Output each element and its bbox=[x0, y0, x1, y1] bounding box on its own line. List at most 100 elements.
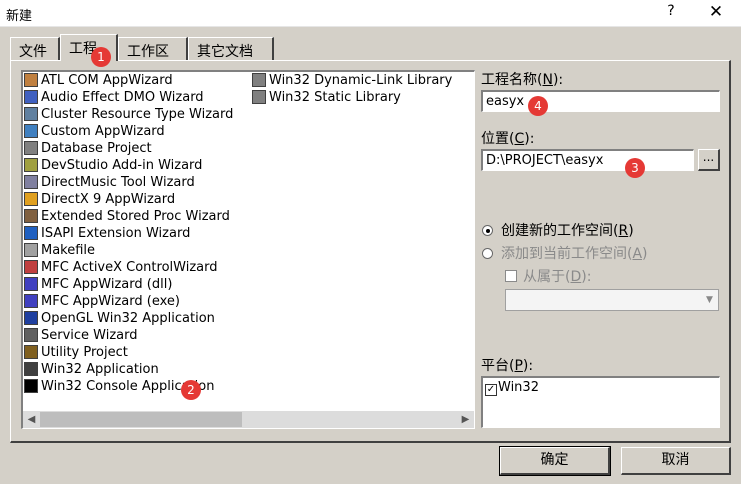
chevron-down-icon[interactable]: ▼ bbox=[701, 290, 718, 310]
audio-icon bbox=[24, 90, 38, 104]
mfc-dll-icon bbox=[24, 277, 38, 291]
dependency-combobox[interactable]: ▼ bbox=[505, 289, 719, 311]
addin-icon bbox=[24, 158, 38, 172]
project-type-item[interactable]: Win32 Application bbox=[23, 361, 233, 378]
project-type-label: Custom AppWizard bbox=[41, 124, 165, 139]
project-type-label: Utility Project bbox=[41, 345, 128, 360]
directmusic-icon bbox=[24, 175, 38, 189]
checkbox-icon bbox=[505, 270, 517, 282]
close-icon[interactable]: ✕ bbox=[704, 2, 728, 24]
project-type-item[interactable]: Audio Effect DMO Wizard bbox=[23, 89, 233, 106]
radio-add-to-workspace[interactable]: 添加到当前工作空间(A) bbox=[482, 243, 648, 263]
project-type-label: OpenGL Win32 Application bbox=[41, 311, 215, 326]
tab-other-documents[interactable]: 其它文档 bbox=[188, 37, 274, 60]
project-type-item[interactable]: Win32 Console Application bbox=[23, 378, 233, 395]
project-type-column-1: ATL COM AppWizard Audio Effect DMO Wizard… bbox=[23, 72, 233, 395]
new-dialog: 文件 工程 工作区 其它文档 ATL COM AppWizard Audio Ef… bbox=[0, 27, 741, 484]
project-type-label: Makefile bbox=[41, 243, 96, 258]
service-icon bbox=[24, 328, 38, 342]
project-type-item[interactable]: Win32 Static Library bbox=[251, 89, 452, 106]
activex-icon bbox=[24, 260, 38, 274]
project-type-label: ISAPI Extension Wizard bbox=[41, 226, 191, 241]
project-type-label: MFC ActiveX ControlWizard bbox=[41, 260, 218, 275]
project-type-item[interactable]: DirectX 9 AppWizard bbox=[23, 191, 233, 208]
project-type-item[interactable]: ATL COM AppWizard bbox=[23, 72, 233, 89]
project-type-item[interactable]: DirectMusic Tool Wizard bbox=[23, 174, 233, 191]
scroll-thumb[interactable] bbox=[40, 412, 242, 427]
annotation-badge-4: 4 bbox=[528, 96, 548, 116]
tab-files[interactable]: 文件 bbox=[10, 37, 60, 60]
project-type-item[interactable]: Cluster Resource Type Wizard bbox=[23, 106, 233, 123]
cancel-button[interactable]: 取消 bbox=[621, 447, 731, 475]
annotation-badge-3: 3 bbox=[625, 158, 645, 178]
project-type-label: Win32 Static Library bbox=[269, 90, 401, 105]
mfc-exe-icon bbox=[24, 294, 38, 308]
project-name-label: 工程名称(N): bbox=[481, 72, 564, 88]
project-type-label: DirectX 9 AppWizard bbox=[41, 192, 176, 207]
project-type-label: Database Project bbox=[41, 141, 152, 156]
project-type-item[interactable]: ISAPI Extension Wizard bbox=[23, 225, 233, 242]
project-type-column-2: Win32 Dynamic-Link Library Win32 Static L… bbox=[251, 72, 452, 106]
platform-label: 平台(P): bbox=[481, 358, 534, 374]
project-type-item[interactable]: Makefile bbox=[23, 242, 233, 259]
horizontal-scrollbar[interactable]: ◀ ▶ bbox=[23, 411, 474, 428]
project-type-label: DevStudio Add-in Wizard bbox=[41, 158, 203, 173]
project-type-item[interactable]: MFC AppWizard (dll) bbox=[23, 276, 233, 293]
project-type-item[interactable]: OpenGL Win32 Application bbox=[23, 310, 233, 327]
help-icon[interactable]: ? bbox=[660, 3, 682, 23]
project-type-item[interactable]: Extended Stored Proc Wizard bbox=[23, 208, 233, 225]
project-type-item[interactable]: MFC ActiveX ControlWizard bbox=[23, 259, 233, 276]
dependency-checkbox[interactable]: 从属于(D): bbox=[505, 266, 591, 286]
project-type-item[interactable]: DevStudio Add-in Wizard bbox=[23, 157, 233, 174]
scroll-right-icon[interactable]: ▶ bbox=[457, 411, 474, 428]
project-type-item[interactable]: MFC AppWizard (exe) bbox=[23, 293, 233, 310]
win32-lib-icon bbox=[252, 90, 266, 104]
isapi-icon bbox=[24, 226, 38, 240]
radio-unselected-icon bbox=[482, 248, 493, 259]
utility-icon bbox=[24, 345, 38, 359]
window-title: 新建 bbox=[6, 9, 33, 24]
annotation-badge-2: 2 bbox=[181, 380, 201, 400]
directx-icon bbox=[24, 192, 38, 206]
atl-icon bbox=[24, 73, 38, 87]
win32-console-icon bbox=[24, 379, 38, 393]
win32-app-icon bbox=[24, 362, 38, 376]
project-type-item[interactable]: Win32 Dynamic-Link Library bbox=[251, 72, 452, 89]
project-type-label: Audio Effect DMO Wizard bbox=[41, 90, 204, 105]
location-label: 位置(C): bbox=[481, 131, 535, 147]
makefile-icon bbox=[24, 243, 38, 257]
annotation-badge-1: 1 bbox=[91, 47, 111, 67]
tab-panel: ATL COM AppWizard Audio Effect DMO Wizard… bbox=[10, 60, 731, 443]
project-type-item[interactable]: Custom AppWizard bbox=[23, 123, 233, 140]
platform-list[interactable]: ✓ Win32 bbox=[481, 376, 720, 428]
cluster-icon bbox=[24, 107, 38, 121]
project-type-label: Service Wizard bbox=[41, 328, 138, 343]
project-type-label: ATL COM AppWizard bbox=[41, 73, 173, 88]
project-type-label: Win32 Application bbox=[41, 362, 159, 377]
project-type-label: Extended Stored Proc Wizard bbox=[41, 209, 230, 224]
custom-icon bbox=[24, 124, 38, 138]
project-type-item[interactable]: Service Wizard bbox=[23, 327, 233, 344]
project-type-label: DirectMusic Tool Wizard bbox=[41, 175, 195, 190]
title-bar: 新建 ? ✕ bbox=[0, 0, 741, 27]
project-type-item[interactable]: Utility Project bbox=[23, 344, 233, 361]
platform-checkbox-icon[interactable]: ✓ bbox=[485, 384, 497, 396]
database-icon bbox=[24, 141, 38, 155]
project-type-label: Win32 Dynamic-Link Library bbox=[269, 73, 453, 88]
tab-workspaces[interactable]: 工作区 bbox=[118, 37, 188, 60]
project-type-list[interactable]: ATL COM AppWizard Audio Effect DMO Wizard… bbox=[21, 70, 475, 429]
scroll-left-icon[interactable]: ◀ bbox=[23, 411, 40, 428]
location-input[interactable]: D:\PROJECT\easyx bbox=[481, 149, 694, 171]
radio-create-new-workspace[interactable]: 创建新的工作空间(R) bbox=[482, 220, 634, 240]
project-type-label: Cluster Resource Type Wizard bbox=[41, 107, 234, 122]
ok-button[interactable]: 确定 bbox=[499, 446, 611, 476]
browse-button[interactable]: ... bbox=[698, 149, 720, 171]
win32-dll-icon bbox=[252, 73, 266, 87]
project-type-item[interactable]: Database Project bbox=[23, 140, 233, 157]
project-name-input[interactable]: easyx bbox=[481, 90, 720, 112]
radio-selected-icon bbox=[482, 225, 493, 236]
stored-proc-icon bbox=[24, 209, 38, 223]
platform-item-label: Win32 bbox=[498, 380, 539, 395]
project-type-label: MFC AppWizard (exe) bbox=[41, 294, 180, 309]
opengl-icon bbox=[24, 311, 38, 325]
